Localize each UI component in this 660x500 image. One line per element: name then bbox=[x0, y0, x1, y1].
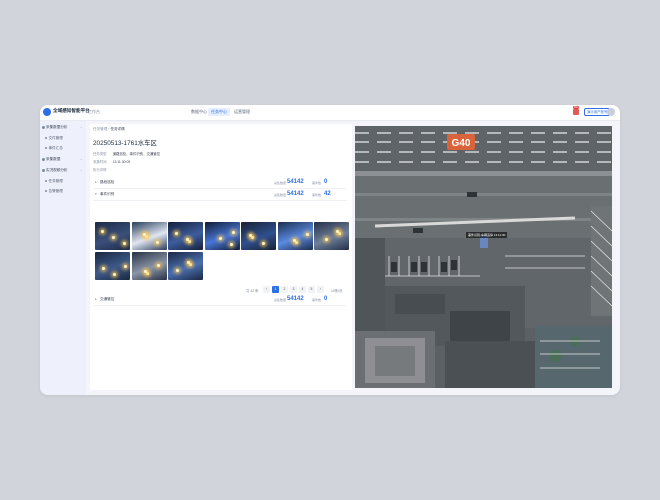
event-thumbnail[interactable] bbox=[277, 222, 313, 250]
expand-icon[interactable]: ▸ bbox=[95, 180, 97, 184]
meta-value: 13:11:30:09 bbox=[112, 160, 131, 164]
meta-value: 道路巡检，事件识别，交通管控 bbox=[112, 152, 161, 156]
pagination-total: 共 42 条 bbox=[246, 288, 259, 293]
page-button[interactable]: 5 bbox=[308, 286, 315, 293]
page-button[interactable]: 3 bbox=[290, 286, 297, 293]
sidebar-item-label: 任务管理 bbox=[48, 179, 63, 183]
group-row[interactable]: ▸ 交通管控 采集数量 54142 事件数 0 bbox=[93, 294, 347, 306]
breadcrumb-current: 任务详情 bbox=[110, 127, 125, 131]
nav-operations[interactable]: 运营管理 bbox=[231, 108, 253, 116]
meta-collect-time: 采集时间 13:11:30:09 bbox=[93, 159, 130, 164]
notification-badge: 99+ bbox=[573, 106, 580, 109]
collect-count-label: 采集数量 bbox=[274, 180, 287, 185]
event-thumbnail[interactable] bbox=[131, 222, 167, 250]
satellite-map[interactable]: G40 事件识别-车辆违停 13:11:30 bbox=[355, 126, 612, 388]
map-imagery: G40 bbox=[355, 126, 612, 388]
meta-label: 任务类型 bbox=[93, 152, 107, 156]
prev-page-icon[interactable]: ‹ bbox=[263, 286, 270, 293]
sidebar-item-label: 采集数据分析 bbox=[46, 125, 68, 129]
sidebar-item-alert-management[interactable]: 告警管理 bbox=[45, 189, 63, 194]
bullet-icon bbox=[45, 190, 47, 192]
event-thumbnail[interactable] bbox=[95, 252, 130, 280]
sidebar-item-live-video[interactable]: 实况视频分析 ⌄ bbox=[42, 168, 83, 173]
bullet-icon bbox=[45, 147, 47, 149]
event-thumbnail[interactable] bbox=[314, 222, 349, 250]
sidebar-item-collect-data[interactable]: 采集数据 ⌄ bbox=[42, 157, 83, 162]
meta-exec-detail: 执行详情 bbox=[93, 167, 107, 172]
group-name: 路段巡检 bbox=[100, 180, 115, 184]
collect-count-value: 54142 bbox=[287, 295, 304, 302]
nav-data-center[interactable]: 数据中心 bbox=[188, 108, 210, 116]
event-count-value: 42 bbox=[324, 190, 331, 197]
page-size-select[interactable]: 10条/页 bbox=[331, 288, 343, 293]
avatar[interactable] bbox=[607, 108, 615, 116]
chevron-down-icon: ⌄ bbox=[80, 157, 83, 161]
nav-task-center[interactable]: 任务中心 bbox=[208, 108, 230, 116]
bell-icon[interactable] bbox=[573, 109, 579, 115]
event-thumbnail[interactable] bbox=[168, 252, 203, 280]
collapse-icon[interactable]: ▾ bbox=[95, 192, 97, 196]
expand-icon[interactable]: ▸ bbox=[95, 297, 97, 301]
sidebar-item-label: 事件汇总 bbox=[48, 146, 63, 150]
page-button[interactable]: 1 bbox=[272, 286, 279, 293]
next-page-icon[interactable]: › bbox=[317, 286, 324, 293]
chevron-down-icon: ⌄ bbox=[80, 125, 83, 129]
bullet-icon bbox=[45, 137, 47, 139]
sidebar-item-label: 采集数据 bbox=[46, 157, 61, 161]
chevron-down-icon: ⌄ bbox=[80, 168, 83, 172]
top-bar: 全域感知智能平台 工作台 数据中心 任务中心 运营管理 99+ 演示用户账号 bbox=[40, 105, 620, 121]
bullet-icon bbox=[45, 180, 47, 182]
event-thumbnail[interactable] bbox=[131, 252, 167, 280]
video-icon bbox=[42, 168, 45, 172]
task-detail-panel: 任务管理 / 任务详情 20250513-1761水车区 任务类型 道路巡检，事件… bbox=[90, 124, 352, 390]
page-button[interactable]: 2 bbox=[281, 286, 288, 293]
chart-icon bbox=[42, 125, 45, 129]
meta-label: 执行详情 bbox=[93, 168, 107, 172]
group-row[interactable]: ▸ 路段巡检 采集数量 54142 事件数 0 bbox=[93, 177, 347, 189]
meta-task-type: 任务类型 道路巡检，事件识别，交通管控 bbox=[93, 151, 160, 156]
breadcrumb-parent[interactable]: 任务管理 bbox=[93, 127, 107, 131]
page-button[interactable]: 4 bbox=[299, 286, 306, 293]
sidebar-item-label: 告警管理 bbox=[48, 189, 63, 193]
collect-count-label: 采集数量 bbox=[274, 192, 287, 197]
sidebar-item-collect-analysis[interactable]: 采集数据分析 ⌄ bbox=[42, 125, 83, 130]
collect-count-value: 54142 bbox=[287, 190, 304, 197]
event-thumbnail[interactable] bbox=[241, 222, 276, 250]
sidebar-item-file-management[interactable]: 文件管理 bbox=[45, 136, 63, 141]
event-count-value: 0 bbox=[324, 178, 328, 185]
event-count-label: 事件数 bbox=[312, 297, 322, 302]
collect-count-label: 采集数量 bbox=[274, 297, 287, 302]
event-thumbnail[interactable] bbox=[204, 222, 240, 250]
sidebar-item-label: 实况视频分析 bbox=[46, 168, 68, 172]
event-thumbnail[interactable] bbox=[168, 222, 203, 250]
group-row[interactable]: ▾ 事件识别 采集数量 54142 事件数 42 bbox=[93, 189, 347, 201]
sidebar: 采集数据分析 ⌄ 文件管理 事件汇总 采集数据 ⌄ 实况视频分析 ⌄ 任务管理 告警管… bbox=[40, 121, 86, 395]
workspace-link[interactable]: 工作台 bbox=[88, 109, 100, 115]
event-marker-label[interactable]: 事件识别-车辆违停 13:11:30 bbox=[466, 232, 508, 238]
event-count-label: 事件数 bbox=[312, 192, 322, 197]
road-sign-text: G40 bbox=[452, 138, 471, 149]
event-count-value: 0 bbox=[324, 295, 328, 302]
page-title: 20250513-1761水车区 bbox=[93, 140, 157, 147]
event-thumbnail[interactable] bbox=[95, 222, 130, 250]
app-logo-icon bbox=[43, 108, 51, 116]
database-icon bbox=[42, 157, 45, 161]
meta-label: 采集时间 bbox=[93, 160, 107, 164]
app-title: 全域感知智能平台 bbox=[53, 108, 90, 113]
event-count-label: 事件数 bbox=[312, 180, 322, 185]
group-name: 事件识别 bbox=[100, 192, 115, 196]
collect-count-value: 54142 bbox=[287, 178, 304, 185]
app-window: 全域感知智能平台 工作台 数据中心 任务中心 运营管理 99+ 演示用户账号 采… bbox=[40, 105, 620, 395]
sidebar-item-task-management[interactable]: 任务管理 bbox=[45, 179, 63, 184]
sidebar-item-event-summary[interactable]: 事件汇总 bbox=[45, 146, 63, 151]
breadcrumb: 任务管理 / 任务详情 bbox=[93, 127, 125, 132]
group-name: 交通管控 bbox=[100, 297, 115, 301]
sidebar-item-label: 文件管理 bbox=[48, 136, 63, 140]
